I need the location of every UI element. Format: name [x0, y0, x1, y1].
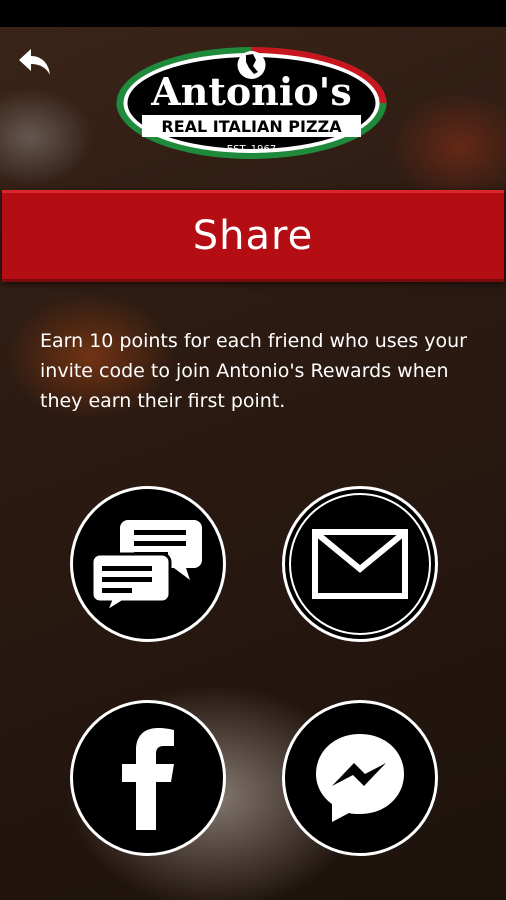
email-envelope-icon: [312, 529, 408, 599]
status-bar: [0, 0, 506, 27]
share-email-button[interactable]: [282, 486, 438, 642]
share-messenger-button[interactable]: [282, 700, 438, 856]
brand-tagline: REAL ITALIAN PIZZA: [161, 117, 342, 136]
antonios-logo: Antonio's REAL ITALIAN PIZZA EST. 1967: [112, 41, 391, 171]
brand-name: Antonio's: [150, 69, 351, 114]
messenger-icon: [316, 734, 404, 822]
invite-description: Earn 10 points for each friend who uses …: [40, 330, 467, 412]
share-facebook-button[interactable]: [70, 700, 226, 856]
share-header-bar: Share: [2, 190, 504, 282]
facebook-icon: [122, 728, 174, 830]
sms-chat-icon: [90, 520, 202, 614]
back-arrow-icon: [19, 49, 50, 75]
back-button[interactable]: [12, 40, 58, 86]
brand-est: EST. 1967: [227, 144, 276, 155]
page-title: Share: [192, 213, 314, 259]
share-sms-button[interactable]: [70, 486, 226, 642]
